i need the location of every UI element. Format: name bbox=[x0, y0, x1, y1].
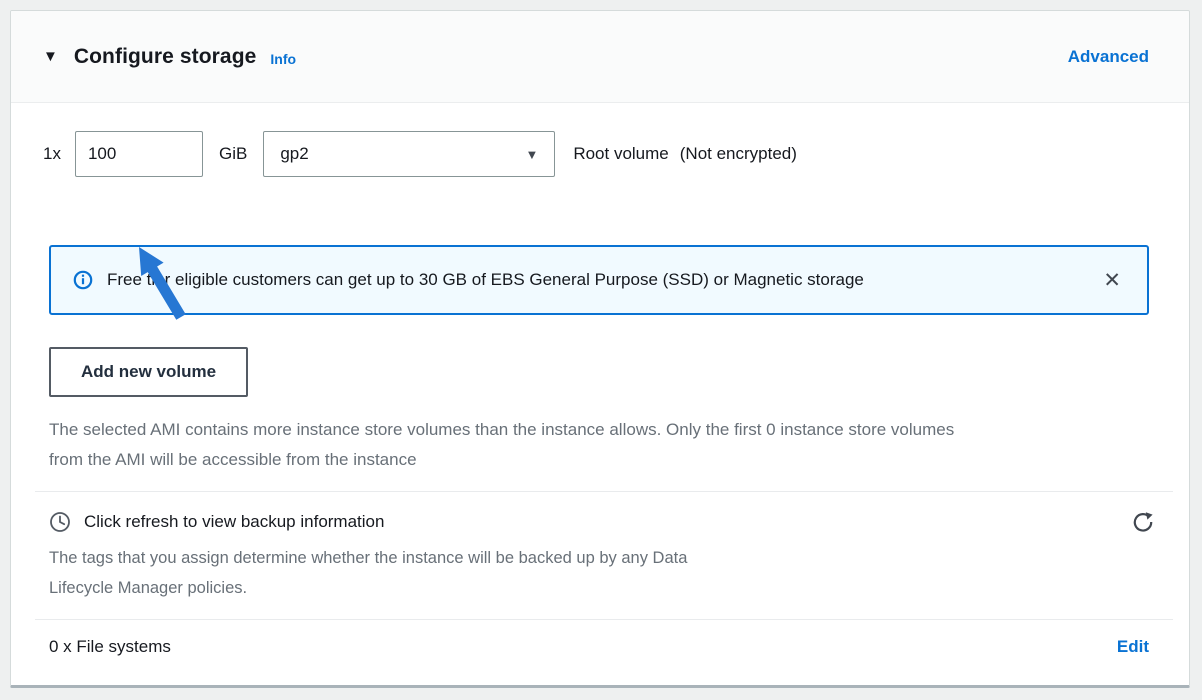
clock-icon bbox=[49, 511, 71, 533]
backup-description-line2: Lifecycle Manager policies. bbox=[49, 573, 1149, 603]
info-link[interactable]: Info bbox=[270, 51, 296, 67]
panel-header: ▼ Configure storage Info Advanced bbox=[11, 11, 1189, 103]
encryption-status-label: (Not encrypted) bbox=[680, 144, 797, 164]
page-title: Configure storage bbox=[74, 45, 257, 69]
file-systems-row: 0 x File systems Edit bbox=[49, 620, 1149, 674]
volume-type-select[interactable]: gp2 ▼ bbox=[263, 131, 555, 177]
backup-info-section: Click refresh to view backup information… bbox=[49, 510, 1149, 603]
refresh-icon[interactable] bbox=[1131, 510, 1155, 534]
ami-instance-store-notice: The selected AMI contains more instance … bbox=[49, 415, 1149, 475]
info-icon bbox=[73, 270, 93, 290]
chevron-down-icon: ▼ bbox=[525, 147, 538, 162]
root-volume-description: Root volume (Not encrypted) bbox=[573, 144, 797, 164]
add-new-volume-button[interactable]: Add new volume bbox=[49, 347, 248, 397]
ami-notice-line1: The selected AMI contains more instance … bbox=[49, 415, 1149, 445]
collapse-caret-icon[interactable]: ▼ bbox=[43, 48, 58, 65]
advanced-link[interactable]: Advanced bbox=[1068, 47, 1149, 67]
volume-unit-label: GiB bbox=[219, 144, 247, 164]
backup-title: Click refresh to view backup information bbox=[84, 512, 384, 532]
root-volume-label: Root volume bbox=[573, 144, 668, 164]
volume-type-value: gp2 bbox=[280, 144, 308, 164]
ami-notice-line2: from the AMI will be accessible from the… bbox=[49, 445, 1149, 475]
backup-description-line1: The tags that you assign determine wheth… bbox=[49, 543, 1149, 573]
root-volume-row: 1x GiB gp2 ▼ Root volume (Not encrypted) bbox=[43, 131, 1149, 177]
alert-message: Free tier eligible customers can get up … bbox=[107, 270, 864, 290]
volume-size-input[interactable] bbox=[75, 131, 203, 177]
backup-description: The tags that you assign determine wheth… bbox=[49, 543, 1149, 603]
file-systems-label: 0 x File systems bbox=[49, 637, 171, 657]
panel-body: 1x GiB gp2 ▼ Root volume (Not encrypted)… bbox=[11, 103, 1189, 674]
section-divider bbox=[35, 491, 1173, 492]
configure-storage-panel: ▼ Configure storage Info Advanced 1x GiB… bbox=[10, 10, 1190, 688]
edit-file-systems-link[interactable]: Edit bbox=[1117, 637, 1149, 657]
close-icon[interactable]: ✕ bbox=[1103, 270, 1121, 291]
free-tier-alert: Free tier eligible customers can get up … bbox=[49, 245, 1149, 315]
volume-count-label: 1x bbox=[43, 144, 61, 164]
